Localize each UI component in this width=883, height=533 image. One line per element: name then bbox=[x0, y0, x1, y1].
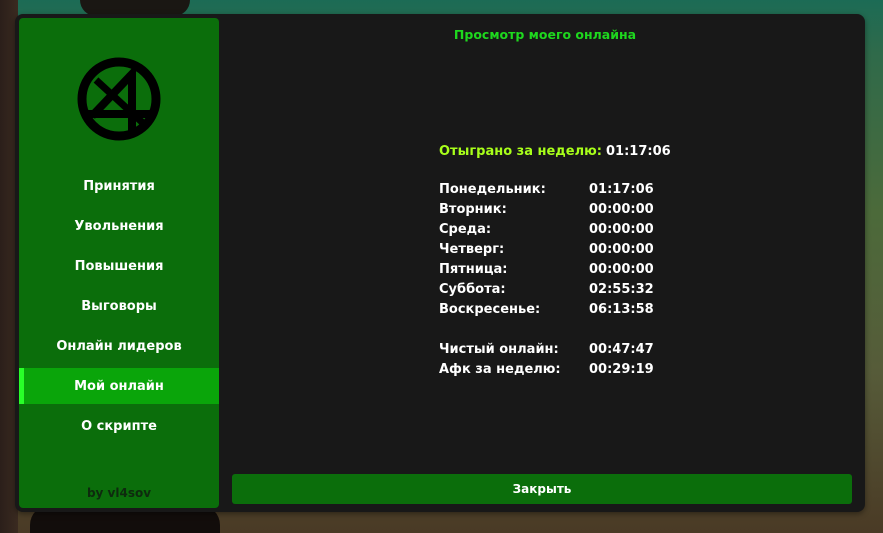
close-button-label: Закрыть bbox=[512, 482, 572, 496]
sidebar-item-label: Мой онлайн bbox=[74, 378, 164, 394]
clean-online-row: Чистый онлайн: 00:47:47 bbox=[439, 342, 659, 362]
day-row-monday: Понедельник: 01:17:06 bbox=[439, 182, 659, 202]
week-total-value: 01:17:06 bbox=[605, 144, 671, 159]
day-row-thursday: Четверг: 00:00:00 bbox=[439, 242, 659, 262]
sidebar-item-promotions[interactable]: Повышения bbox=[19, 248, 219, 284]
page-title: Просмотр моего онлайна bbox=[453, 27, 637, 42]
week-total-label: Отыграно за неделю: bbox=[439, 144, 602, 159]
sidebar-item-label: Повышения bbox=[74, 258, 164, 274]
sidebar-item-about-script[interactable]: О скрипте bbox=[19, 408, 219, 444]
day-value: 06:13:58 bbox=[589, 302, 654, 317]
day-row-saturday: Суббота: 02:55:32 bbox=[439, 282, 659, 302]
day-label: Пятница: bbox=[439, 262, 508, 277]
day-value: 00:00:00 bbox=[589, 242, 654, 257]
day-value: 02:55:32 bbox=[589, 282, 654, 297]
sidebar-item-reprimands[interactable]: Выговоры bbox=[19, 288, 219, 324]
daily-online-list: Понедельник: 01:17:06 Вторник: 00:00:00 … bbox=[439, 182, 659, 322]
clean-online-value: 00:47:47 bbox=[589, 342, 654, 357]
day-value: 00:00:00 bbox=[589, 202, 654, 217]
afk-value: 00:29:19 bbox=[589, 362, 654, 377]
author-credit: by vl4sov bbox=[86, 486, 152, 500]
sidebar-nav: Принятия Увольнения Повышения Выговоры О… bbox=[19, 168, 219, 448]
day-label: Среда: bbox=[439, 222, 492, 237]
afk-row: Афк за неделю: 00:29:19 bbox=[439, 362, 659, 382]
close-button[interactable]: Закрыть bbox=[232, 474, 852, 504]
day-label: Суббота: bbox=[439, 282, 506, 297]
sidebar-item-my-online[interactable]: Мой онлайн bbox=[19, 368, 219, 404]
day-label: Понедельник: bbox=[439, 182, 546, 197]
day-row-sunday: Воскресенье: 06:13:58 bbox=[439, 302, 659, 322]
week-total: Отыграно за неделю: 01:17:06 bbox=[439, 144, 671, 159]
day-label: Воскресенье: bbox=[439, 302, 541, 317]
sidebar-item-leaders-online[interactable]: Онлайн лидеров bbox=[19, 328, 219, 364]
online-stats-window: Принятия Увольнения Повышения Выговоры О… bbox=[15, 14, 865, 512]
sidebar: Принятия Увольнения Повышения Выговоры О… bbox=[19, 18, 219, 508]
day-value: 01:17:06 bbox=[589, 182, 654, 197]
day-label: Четверг: bbox=[439, 242, 505, 257]
sidebar-item-label: О скрипте bbox=[81, 418, 157, 434]
sidebar-item-label: Выговоры bbox=[81, 298, 157, 314]
day-row-tuesday: Вторник: 00:00:00 bbox=[439, 202, 659, 222]
day-label: Вторник: bbox=[439, 202, 507, 217]
sidebar-item-dismissals[interactable]: Увольнения bbox=[19, 208, 219, 244]
sidebar-item-hires[interactable]: Принятия bbox=[19, 168, 219, 204]
day-row-friday: Пятница: 00:00:00 bbox=[439, 262, 659, 282]
afk-label: Афк за неделю: bbox=[439, 362, 561, 377]
day-value: 00:00:00 bbox=[589, 222, 654, 237]
day-value: 00:00:00 bbox=[589, 262, 654, 277]
sidebar-item-label: Принятия bbox=[83, 178, 155, 194]
clean-online-label: Чистый онлайн: bbox=[439, 342, 559, 357]
sidebar-item-label: Увольнения bbox=[74, 218, 164, 234]
summary-list: Чистый онлайн: 00:47:47 Афк за неделю: 0… bbox=[439, 342, 659, 382]
day-row-wednesday: Среда: 00:00:00 bbox=[439, 222, 659, 242]
sidebar-item-label: Онлайн лидеров bbox=[56, 338, 182, 354]
logo-icon bbox=[77, 57, 161, 141]
